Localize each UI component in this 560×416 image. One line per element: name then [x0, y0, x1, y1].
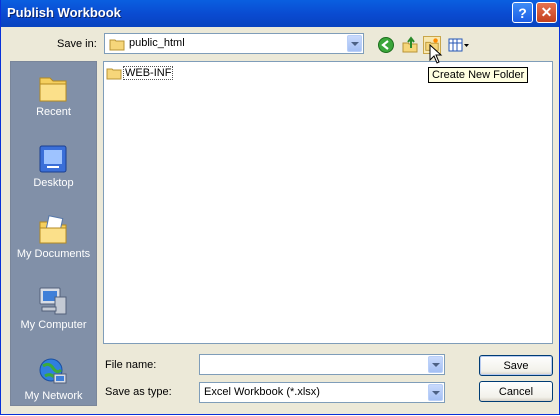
place-recent-label: Recent: [36, 106, 71, 118]
my-documents-icon: [39, 215, 67, 244]
file-name-label: File name:: [105, 359, 157, 371]
folder-icon: [109, 39, 125, 51]
place-my-documents-label: My Documents: [16, 248, 91, 260]
up-folder-icon[interactable]: [401, 36, 419, 54]
back-icon[interactable]: [377, 36, 395, 54]
window-title: Publish Workbook: [7, 5, 121, 20]
place-my-network[interactable]: My Network: [11, 346, 96, 416]
recent-folder-icon: [39, 77, 67, 102]
file-list[interactable]: WEB-INF: [103, 61, 553, 344]
place-recent[interactable]: Recent: [11, 62, 96, 132]
title-bar[interactable]: Publish Workbook ? ✕: [1, 0, 559, 27]
save-in-value: public_html: [129, 37, 185, 49]
place-desktop[interactable]: Desktop: [11, 133, 96, 203]
file-name-field[interactable]: [199, 354, 445, 375]
close-button[interactable]: ✕: [536, 2, 557, 23]
save-in-dropdown[interactable]: public_html: [104, 33, 364, 54]
help-icon: ?: [518, 4, 527, 21]
places-bar: Recent Desktop My Documents My Computer …: [10, 61, 97, 406]
save-as-type-dropdown[interactable]: Excel Workbook (*.xlsx): [199, 382, 445, 403]
save-button[interactable]: Save: [479, 355, 553, 376]
chevron-down-icon[interactable]: [347, 35, 362, 52]
views-menu-icon[interactable]: [447, 36, 471, 54]
my-network-icon: [39, 358, 67, 384]
chevron-down-icon[interactable]: [428, 356, 443, 373]
close-icon: ✕: [540, 4, 553, 20]
place-my-computer[interactable]: My Computer: [11, 275, 96, 345]
folder-icon: [106, 68, 122, 80]
cancel-button[interactable]: Cancel: [479, 381, 553, 402]
cursor-icon: [429, 44, 443, 64]
place-desktop-label: Desktop: [33, 177, 74, 189]
publish-workbook-dialog: Publish Workbook ? ✕ Save in: public_htm…: [0, 0, 560, 415]
save-as-type-value: Excel Workbook (*.xlsx): [204, 386, 320, 398]
place-my-documents[interactable]: My Documents: [11, 204, 96, 274]
my-computer-icon: [39, 287, 67, 315]
place-my-computer-label: My Computer: [20, 319, 87, 331]
save-as-type-label: Save as type:: [105, 386, 172, 398]
tooltip: Create New Folder: [428, 67, 529, 83]
place-my-network-label: My Network: [24, 390, 83, 402]
help-button[interactable]: ?: [512, 2, 533, 23]
desktop-icon: [39, 145, 67, 173]
save-in-label: Save in:: [57, 38, 97, 50]
list-item[interactable]: WEB-INF: [106, 65, 174, 81]
chevron-down-icon[interactable]: [428, 384, 443, 401]
list-item-label: WEB-INF: [123, 66, 174, 80]
